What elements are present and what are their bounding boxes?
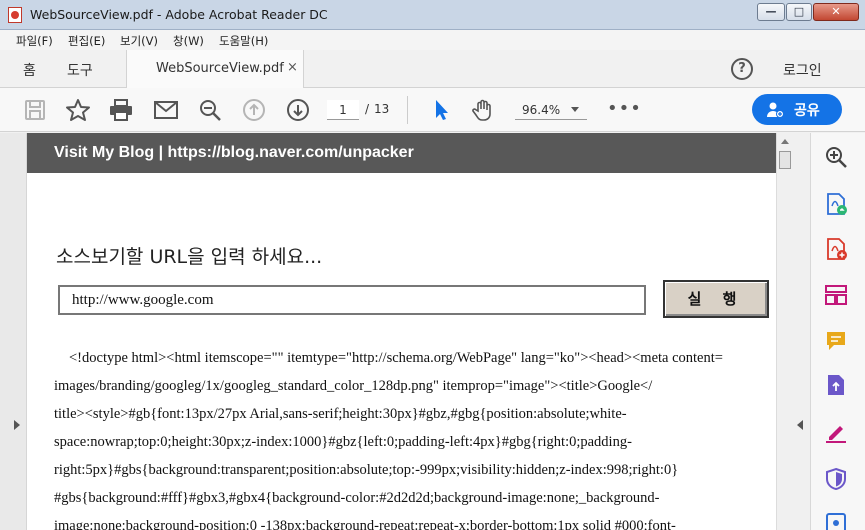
protect-shield-icon[interactable] xyxy=(824,467,848,491)
more-tools-icon[interactable] xyxy=(824,511,848,530)
share-button[interactable]: 공유 xyxy=(752,94,842,125)
zoom-search-icon[interactable] xyxy=(197,98,223,122)
source-line: right:5px}#gbs{background:transparent;po… xyxy=(54,462,679,478)
menu-window[interactable]: 창(W) xyxy=(173,33,204,49)
right-tools-panel xyxy=(810,133,865,530)
source-line: images/branding/googleg/1x/googleg_stand… xyxy=(54,378,653,394)
source-line: image:none;background-position:0 -138px;… xyxy=(54,518,676,530)
hand-tool-icon[interactable] xyxy=(471,98,497,122)
print-icon[interactable] xyxy=(108,98,134,122)
close-tab-icon[interactable]: × xyxy=(287,60,298,75)
menu-file[interactable]: 파일(F) xyxy=(16,33,53,49)
menu-help[interactable]: 도움말(H) xyxy=(219,33,268,49)
acrobat-window: WebSourceView.pdf - Adobe Acrobat Reader… xyxy=(0,0,865,530)
email-icon[interactable] xyxy=(153,98,179,122)
source-line: #gbs{background:#fff}#gbx3,#gbx4{backgro… xyxy=(54,490,660,506)
bookmark-star-icon[interactable] xyxy=(65,98,91,122)
help-icon[interactable]: ? xyxy=(731,58,753,80)
menu-edit[interactable]: 편집(E) xyxy=(68,33,105,49)
tab-document[interactable]: WebSourceView.pdf × xyxy=(126,50,304,88)
tab-tools[interactable]: 도구 xyxy=(67,60,93,80)
run-button[interactable]: 실 행 xyxy=(663,280,769,318)
source-line: title><style>#gb{font:13px/27px Arial,sa… xyxy=(54,406,627,422)
document-view[interactable]: Visit My Blog | https://blog.naver.com/u… xyxy=(27,133,776,530)
zoom-in-panel-icon[interactable] xyxy=(824,145,848,169)
page-number-input[interactable]: 1 xyxy=(327,100,359,120)
document-tab-label: WebSourceView.pdf xyxy=(156,61,284,76)
close-button[interactable]: ✕ xyxy=(813,3,859,21)
toolbar: 1 / 13 96.4% ••• 공유 xyxy=(0,88,865,132)
login-link[interactable]: 로그인 xyxy=(783,60,822,80)
url-input-field[interactable]: http://www.google.com xyxy=(58,285,646,315)
right-panel-toggle-strip[interactable] xyxy=(793,133,810,530)
vertical-scrollbar[interactable] xyxy=(776,133,793,530)
page-separator: / xyxy=(365,102,370,116)
send-file-icon[interactable] xyxy=(824,373,848,397)
html-source-output: <!doctype html><html itemscope="" itemty… xyxy=(54,344,776,530)
select-cursor-icon[interactable] xyxy=(428,98,454,122)
tab-home[interactable]: 홈 xyxy=(23,60,36,80)
tab-bar: 홈 도구 WebSourceView.pdf × ? 로그인 xyxy=(0,50,865,88)
url-prompt-heading: 소스보기할 URL을 입력 하세요... xyxy=(56,246,323,268)
comment-icon[interactable] xyxy=(824,329,848,353)
left-navigation-rail[interactable] xyxy=(0,133,27,530)
title-bar[interactable]: WebSourceView.pdf - Adobe Acrobat Reader… xyxy=(0,0,865,30)
page-up-icon[interactable] xyxy=(241,98,267,122)
organize-pages-icon[interactable] xyxy=(824,283,848,307)
share-label: 공유 xyxy=(794,103,820,119)
save-icon[interactable] xyxy=(22,98,48,122)
menu-bar: 파일(F) 편집(E) 보기(V) 창(W) 도움말(H) xyxy=(0,30,865,50)
collapse-right-panel-icon[interactable] xyxy=(797,420,803,430)
scrollbar-thumb[interactable] xyxy=(779,151,791,169)
expand-left-panel-icon[interactable] xyxy=(14,420,20,430)
acrobat-app-icon xyxy=(8,7,22,23)
menu-view[interactable]: 보기(V) xyxy=(120,33,158,49)
fill-sign-icon[interactable] xyxy=(824,420,848,444)
chevron-down-icon[interactable] xyxy=(571,107,579,112)
page-total: 13 xyxy=(374,102,390,116)
export-pdf-icon[interactable] xyxy=(824,192,848,216)
toolbar-divider xyxy=(407,96,408,124)
blog-banner: Visit My Blog | https://blog.naver.com/u… xyxy=(27,133,776,173)
create-pdf-icon[interactable] xyxy=(824,237,848,261)
window-title: WebSourceView.pdf - Adobe Acrobat Reader… xyxy=(30,7,328,22)
add-user-icon xyxy=(767,102,784,118)
page-down-icon[interactable] xyxy=(285,98,311,122)
blog-banner-text: Visit My Blog | https://blog.naver.com/u… xyxy=(54,144,414,161)
maximize-button[interactable]: □ xyxy=(786,3,812,21)
scroll-up-icon[interactable] xyxy=(781,139,789,144)
more-tools-icon[interactable]: ••• xyxy=(607,98,642,119)
source-line: <!doctype html><html itemscope="" itemty… xyxy=(69,350,723,366)
minimize-button[interactable]: — xyxy=(757,3,785,21)
source-line: space:nowrap;top:0;height:30px;z-index:1… xyxy=(54,434,632,450)
